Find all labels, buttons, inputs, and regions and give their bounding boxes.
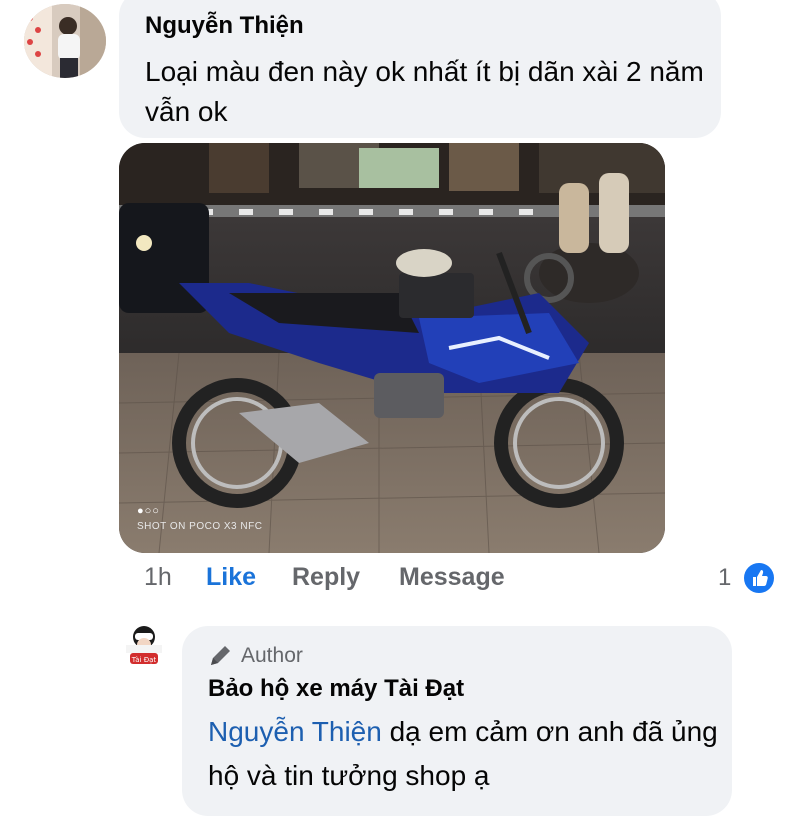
reply-button[interactable]: Reply <box>292 563 360 592</box>
like-button[interactable]: Like <box>206 563 256 592</box>
author-badge: Author <box>208 642 303 674</box>
message-button[interactable]: Message <box>399 563 505 592</box>
page-name[interactable]: Bảo hộ xe máy Tài Đạt <box>208 675 464 703</box>
avatar-logo-text: Tài Đạt <box>131 656 157 664</box>
reaction-count[interactable]: 1 <box>718 564 731 592</box>
page-avatar[interactable]: Tài Đạt <box>122 623 166 667</box>
pencil-icon <box>211 646 230 665</box>
like-thumb-icon[interactable] <box>742 561 776 595</box>
author-badge-label: Author <box>241 644 303 667</box>
commenter-avatar[interactable] <box>24 4 106 78</box>
mention-link[interactable]: Nguyễn Thiện <box>208 716 382 747</box>
comment-timestamp: 1h <box>144 563 172 591</box>
commenter-name[interactable]: Nguyễn Thiện <box>145 12 304 40</box>
comment-text: Loại màu đen này ok nhất ít bị dãn xài 2… <box>145 56 704 127</box>
motorcycle-photo-illustration <box>119 143 665 553</box>
photo-watermark: SHOT ON POCO X3 NFC <box>137 521 263 532</box>
carousel-dots[interactable]: ●○○ <box>137 505 160 517</box>
comment-photo[interactable]: ●○○ SHOT ON POCO X3 NFC <box>119 143 665 553</box>
reply-text: Nguyễn Thiện dạ em cảm ơn anh đã ủng hộ … <box>208 710 728 798</box>
